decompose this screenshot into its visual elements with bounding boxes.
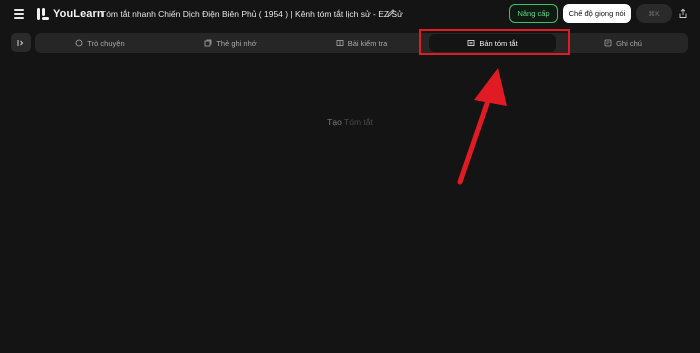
annotation-arrow-icon — [457, 68, 507, 185]
